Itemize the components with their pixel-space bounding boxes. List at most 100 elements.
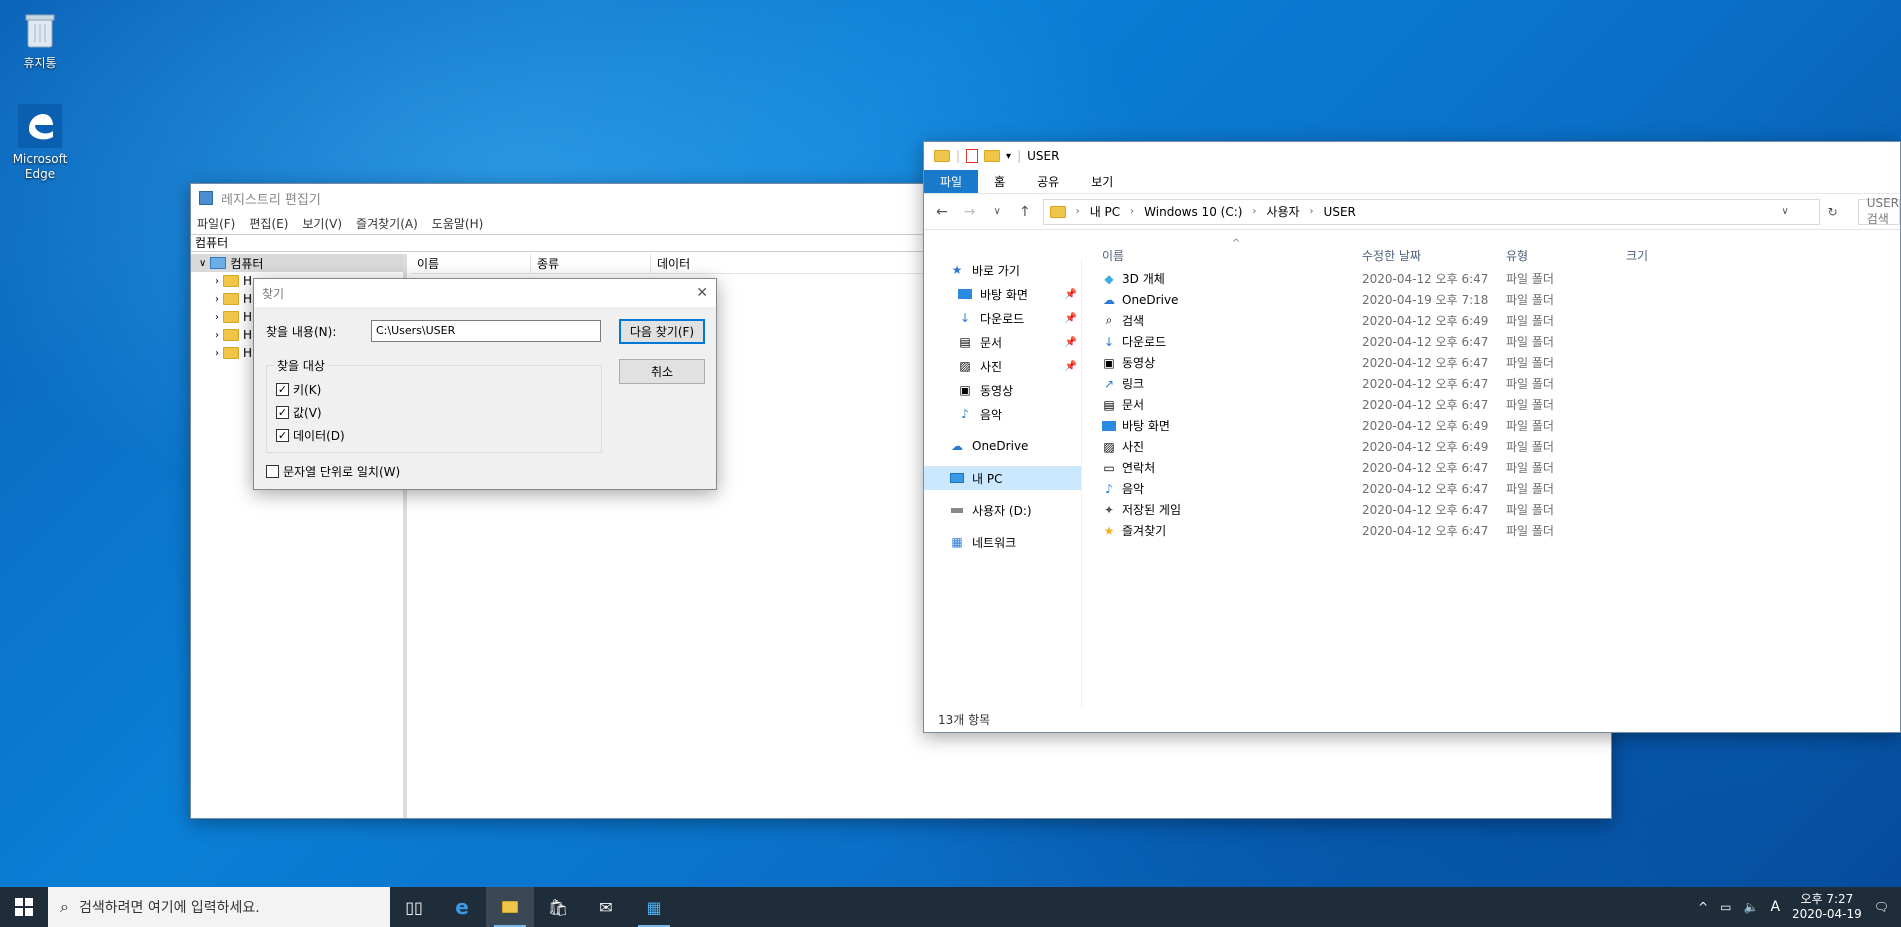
network-icon[interactable]: ▭ bbox=[1720, 900, 1731, 914]
breadcrumb-separator-icon[interactable]: › bbox=[1252, 206, 1256, 217]
search-input[interactable]: USER 검색 bbox=[1857, 196, 1901, 226]
breadcrumb-separator-icon[interactable]: › bbox=[1310, 206, 1314, 217]
column-name[interactable]: 이름 bbox=[411, 254, 531, 273]
cancel-button[interactable]: 취소 bbox=[619, 359, 705, 384]
mail-icon[interactable]: ✉ bbox=[582, 887, 630, 927]
file-row[interactable]: ▭ 연락처 2020-04-12 오후 6:47 파일 폴더 bbox=[1094, 457, 1900, 478]
option-match-whole[interactable]: 문자열 단위로 일치(W) bbox=[266, 463, 400, 480]
find-next-button[interactable]: 다음 찾기(F) bbox=[619, 319, 705, 344]
chevron-right-icon[interactable]: › bbox=[215, 348, 219, 359]
chevron-right-icon[interactable]: › bbox=[215, 330, 219, 341]
menu-help[interactable]: 도움말(H) bbox=[432, 215, 484, 232]
file-row[interactable]: ↓ 다운로드 2020-04-12 오후 6:47 파일 폴더 bbox=[1094, 331, 1900, 352]
nav-item-drive-d[interactable]: 사용자 (D:) bbox=[924, 498, 1081, 522]
column-name[interactable]: 이름 bbox=[1094, 247, 1354, 264]
back-arrow-icon[interactable]: ← bbox=[932, 204, 952, 220]
file-row[interactable]: ▤ 문서 2020-04-12 오후 6:47 파일 폴더 bbox=[1094, 394, 1900, 415]
clock[interactable]: 오후 7:27 2020-04-19 bbox=[1792, 892, 1862, 922]
address-dropdown-icon[interactable]: ∨ bbox=[1781, 206, 1788, 217]
breadcrumb-drive-c[interactable]: Windows 10 (C:) bbox=[1144, 205, 1242, 219]
menu-file[interactable]: 파일(F) bbox=[197, 215, 235, 232]
volume-icon[interactable]: 🔈 bbox=[1743, 900, 1758, 914]
nav-item-this-pc[interactable]: 내 PC bbox=[924, 466, 1081, 490]
file-explorer-taskbar-icon[interactable] bbox=[486, 887, 534, 927]
forward-arrow-icon[interactable]: → bbox=[960, 204, 980, 220]
nav-item-music[interactable]: ♪ 음악 bbox=[924, 402, 1081, 426]
desktop-icon-edge[interactable]: Microsoft Edge bbox=[0, 104, 80, 182]
notification-icon[interactable]: 🗨 bbox=[1874, 900, 1889, 914]
nav-item-network[interactable]: ▦ 네트워크 bbox=[924, 530, 1081, 554]
tab-home[interactable]: 홈 bbox=[978, 170, 1021, 193]
pin-icon[interactable]: 📌 bbox=[1065, 337, 1077, 348]
tab-view[interactable]: 보기 bbox=[1075, 170, 1129, 193]
menu-favorites[interactable]: 즐겨찾기(A) bbox=[356, 215, 418, 232]
refresh-icon[interactable]: ↻ bbox=[1821, 205, 1845, 219]
nav-item-pictures[interactable]: ▨ 사진 📌 bbox=[924, 354, 1081, 378]
tab-file[interactable]: 파일 bbox=[924, 170, 979, 193]
close-icon[interactable]: ✕ bbox=[696, 285, 708, 301]
chevron-right-icon[interactable]: › bbox=[215, 294, 219, 305]
explorer-titlebar[interactable]: | ▾ | USER bbox=[924, 142, 1900, 170]
find-input[interactable]: C:\Users\USER bbox=[371, 320, 601, 342]
tab-share[interactable]: 공유 bbox=[1021, 170, 1075, 193]
nav-item-quick-access[interactable]: ★ 바로 가기 bbox=[924, 258, 1081, 282]
file-row[interactable]: 바탕 화면 2020-04-12 오후 6:49 파일 폴더 bbox=[1094, 415, 1900, 436]
nav-item-desktop[interactable]: 바탕 화면 📌 bbox=[924, 282, 1081, 306]
checkbox-checked-icon[interactable]: ✓ bbox=[276, 406, 289, 419]
checkbox-checked-icon[interactable]: ✓ bbox=[276, 429, 289, 442]
file-row[interactable]: ♪ 음악 2020-04-12 오후 6:47 파일 폴더 bbox=[1094, 478, 1900, 499]
chevron-right-icon[interactable]: › bbox=[215, 312, 219, 323]
breadcrumb-user[interactable]: USER bbox=[1324, 205, 1356, 219]
checkbox-unchecked-icon[interactable] bbox=[266, 465, 279, 478]
option-keys[interactable]: ✓ 키(K) bbox=[276, 381, 321, 398]
column-type[interactable]: 종류 bbox=[531, 254, 651, 273]
option-values[interactable]: ✓ 값(V) bbox=[276, 404, 322, 421]
up-arrow-icon[interactable]: ↑ bbox=[1015, 204, 1035, 220]
recent-locations-chevron-icon[interactable]: ∨ bbox=[987, 206, 1007, 217]
option-data[interactable]: ✓ 데이터(D) bbox=[276, 427, 345, 444]
chevron-up-icon[interactable]: ^ bbox=[1698, 900, 1708, 914]
checkbox-checked-icon[interactable]: ✓ bbox=[276, 383, 289, 396]
desktop-icon-recycle-bin[interactable]: 휴지통 bbox=[0, 8, 80, 71]
pin-icon[interactable]: 📌 bbox=[1065, 313, 1077, 324]
chevron-right-icon[interactable]: › bbox=[215, 276, 219, 287]
nav-item-videos[interactable]: ▣ 동영상 bbox=[924, 378, 1081, 402]
file-row[interactable]: ⌕ 검색 2020-04-12 오후 6:49 파일 폴더 bbox=[1094, 310, 1900, 331]
regedit-taskbar-icon[interactable]: ▦ bbox=[630, 887, 678, 927]
find-dialog-titlebar[interactable]: 찾기 ✕ bbox=[254, 279, 716, 307]
file-row[interactable]: ◆ 3D 개체 2020-04-12 오후 6:47 파일 폴더 bbox=[1094, 268, 1900, 289]
nav-item-downloads[interactable]: ↓ 다운로드 📌 bbox=[924, 306, 1081, 330]
chevron-down-icon[interactable]: ∨ bbox=[199, 258, 206, 269]
chevron-down-icon[interactable]: ▾ bbox=[1006, 151, 1011, 162]
pin-icon[interactable]: 📌 bbox=[1065, 289, 1077, 300]
menu-view[interactable]: 보기(V) bbox=[302, 215, 342, 232]
file-row[interactable]: ↗ 링크 2020-04-12 오후 6:47 파일 폴더 bbox=[1094, 373, 1900, 394]
file-row[interactable]: ✦ 저장된 게임 2020-04-12 오후 6:47 파일 폴더 bbox=[1094, 499, 1900, 520]
properties-icon[interactable] bbox=[966, 149, 979, 163]
tree-root[interactable]: ∨ 컴퓨터 bbox=[191, 254, 403, 272]
start-button[interactable] bbox=[0, 887, 48, 927]
file-row[interactable]: ★ 즐겨찾기 2020-04-12 오후 6:47 파일 폴더 bbox=[1094, 520, 1900, 541]
nav-item-documents[interactable]: ▤ 문서 📌 bbox=[924, 330, 1081, 354]
column-date-modified[interactable]: 수정한 날짜 bbox=[1354, 247, 1498, 264]
breadcrumb-users[interactable]: 사용자 bbox=[1266, 203, 1299, 220]
column-size[interactable]: 크기 bbox=[1618, 247, 1698, 264]
edge-taskbar-icon[interactable]: e bbox=[438, 887, 486, 927]
nav-item-onedrive[interactable]: ☁ OneDrive bbox=[924, 434, 1081, 458]
taskbar-search-box[interactable]: ⌕ 검색하려면 여기에 입력하세요. bbox=[48, 887, 390, 927]
breadcrumb-separator-icon[interactable]: › bbox=[1076, 206, 1080, 217]
breadcrumb-this-pc[interactable]: 내 PC bbox=[1090, 203, 1120, 220]
breadcrumb-separator-icon[interactable]: › bbox=[1130, 206, 1134, 217]
menu-edit[interactable]: 편집(E) bbox=[249, 215, 288, 232]
file-row[interactable]: ☁ OneDrive 2020-04-19 오후 7:18 파일 폴더 bbox=[1094, 289, 1900, 310]
task-view-icon[interactable]: ▯▯ bbox=[390, 887, 438, 927]
file-row[interactable]: ▨ 사진 2020-04-12 오후 6:49 파일 폴더 bbox=[1094, 436, 1900, 457]
column-data[interactable]: 데이터 bbox=[651, 254, 811, 273]
ime-indicator[interactable]: A bbox=[1770, 899, 1780, 915]
column-type[interactable]: 유형 bbox=[1498, 247, 1618, 264]
address-bar[interactable]: › 내 PC › Windows 10 (C:) › 사용자 › USER ∨ … bbox=[1042, 198, 1838, 225]
new-folder-icon[interactable] bbox=[984, 150, 1001, 162]
file-row[interactable]: ▣ 동영상 2020-04-12 오후 6:47 파일 폴더 bbox=[1094, 352, 1900, 373]
pin-icon[interactable]: 📌 bbox=[1065, 361, 1077, 372]
store-icon[interactable]: 🛍 bbox=[534, 887, 582, 927]
